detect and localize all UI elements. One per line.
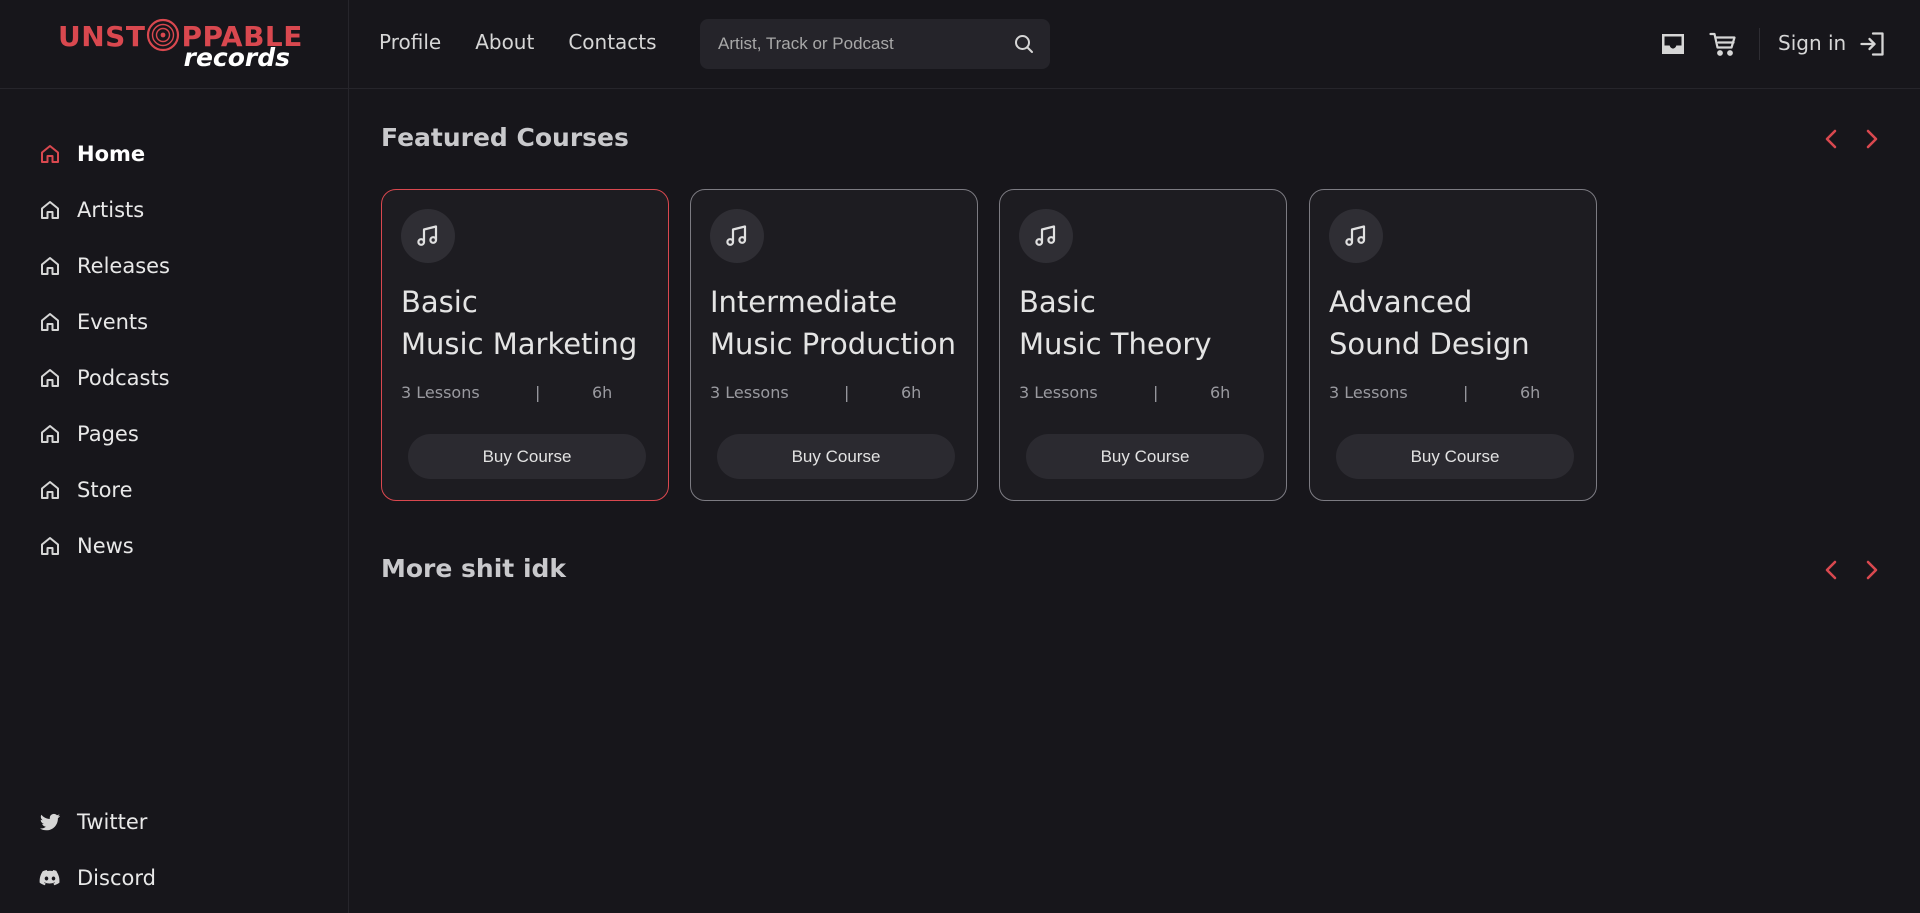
course-title-level: Basic	[401, 285, 478, 319]
course-card[interactable]: Intermediate Music Production 3 Lessons …	[690, 189, 978, 501]
nav-link-profile[interactable]: Profile	[379, 30, 441, 54]
meta-divider: |	[535, 383, 541, 402]
sidebar: UNST PPABLE records Home Artists Releases…	[0, 0, 349, 913]
sidebar-item-podcasts[interactable]: Podcasts	[38, 350, 170, 406]
twitter-icon	[38, 810, 62, 834]
course-duration: 6h	[592, 383, 613, 402]
home-icon	[38, 478, 62, 502]
home-icon	[38, 534, 62, 558]
buy-course-button[interactable]: Buy Course	[408, 434, 646, 479]
sidebar-nav: Home Artists Releases Events Podcasts Pa…	[38, 126, 170, 574]
sidebar-item-store[interactable]: Store	[38, 462, 170, 518]
sidebar-item-label: Home	[77, 142, 146, 166]
featured-next-arrow[interactable]	[1858, 126, 1884, 152]
sidebar-item-label: Events	[77, 310, 149, 334]
home-icon	[38, 366, 62, 390]
home-icon	[38, 310, 62, 334]
sidebar-divider	[0, 88, 349, 89]
home-icon	[38, 142, 62, 166]
nav-link-contacts[interactable]: Contacts	[568, 30, 656, 54]
course-lessons: 3 Lessons	[1019, 383, 1098, 402]
sign-in-icon[interactable]	[1858, 29, 1888, 59]
course-title-level: Advanced	[1329, 285, 1473, 319]
sidebar-item-releases[interactable]: Releases	[38, 238, 170, 294]
music-note-icon	[401, 209, 455, 263]
sidebar-item-news[interactable]: News	[38, 518, 170, 574]
course-meta: 3 Lessons | 6h	[401, 383, 621, 403]
featured-prev-arrow[interactable]	[1819, 126, 1845, 152]
sign-in-link[interactable]: Sign in	[1778, 31, 1846, 55]
course-lessons: 3 Lessons	[1329, 383, 1408, 402]
sidebar-item-twitter[interactable]: Twitter	[38, 794, 156, 850]
header-separator	[1759, 28, 1760, 60]
course-meta: 3 Lessons | 6h	[1019, 383, 1239, 403]
search-box	[700, 19, 1050, 69]
music-note-icon	[1329, 209, 1383, 263]
course-lessons: 3 Lessons	[710, 383, 789, 402]
buy-course-button[interactable]: Buy Course	[1026, 434, 1264, 479]
more-next-arrow[interactable]	[1858, 557, 1884, 583]
top-header: Profile About Contacts Sign in	[349, 0, 1920, 89]
sidebar-item-label: Artists	[77, 198, 145, 222]
cart-icon[interactable]	[1708, 29, 1738, 59]
search-icon[interactable]	[1012, 32, 1036, 56]
course-duration: 6h	[1520, 383, 1541, 402]
course-card[interactable]: Basic Music Marketing 3 Lessons | 6h Buy…	[381, 189, 669, 501]
sidebar-item-label: Releases	[77, 254, 170, 278]
course-title-name: Music Marketing	[401, 327, 638, 361]
home-icon	[38, 254, 62, 278]
course-title-level: Intermediate	[710, 285, 898, 319]
discord-icon	[38, 866, 62, 890]
sidebar-item-label: Discord	[77, 866, 156, 890]
course-meta: 3 Lessons | 6h	[710, 383, 930, 403]
section-title-more: More shit idk	[381, 554, 567, 583]
brand-logo[interactable]: UNST PPABLE records	[58, 16, 302, 74]
vinyl-record-icon	[146, 18, 180, 52]
search-input[interactable]	[700, 19, 1000, 69]
course-lessons: 3 Lessons	[401, 383, 480, 402]
brand-subtitle: records	[183, 43, 290, 72]
course-duration: 6h	[1210, 383, 1231, 402]
sidebar-item-label: Store	[77, 478, 133, 502]
music-note-icon	[710, 209, 764, 263]
home-icon	[38, 422, 62, 446]
course-duration: 6h	[901, 383, 922, 402]
meta-divider: |	[1463, 383, 1469, 402]
sidebar-item-discord[interactable]: Discord	[38, 850, 156, 906]
course-title-name: Music Production	[710, 327, 957, 361]
course-title-name: Music Theory	[1019, 327, 1212, 361]
social-links: Twitter Discord	[38, 794, 156, 906]
sidebar-item-label: News	[77, 534, 134, 558]
buy-course-button[interactable]: Buy Course	[1336, 434, 1574, 479]
course-card[interactable]: Advanced Sound Design 3 Lessons | 6h Buy…	[1309, 189, 1597, 501]
course-card[interactable]: Basic Music Theory 3 Lessons | 6h Buy Co…	[999, 189, 1287, 501]
music-note-icon	[1019, 209, 1073, 263]
sidebar-item-label: Podcasts	[77, 366, 170, 390]
sidebar-item-artists[interactable]: Artists	[38, 182, 170, 238]
course-title-level: Basic	[1019, 285, 1096, 319]
course-title-name: Sound Design	[1329, 327, 1530, 361]
section-title-featured: Featured Courses	[381, 123, 629, 152]
sidebar-item-label: Pages	[77, 422, 139, 446]
home-icon	[38, 198, 62, 222]
buy-course-button[interactable]: Buy Course	[717, 434, 955, 479]
more-prev-arrow[interactable]	[1819, 557, 1845, 583]
nav-link-about[interactable]: About	[475, 30, 534, 54]
sidebar-item-label: Twitter	[77, 810, 148, 834]
meta-divider: |	[844, 383, 850, 402]
course-meta: 3 Lessons | 6h	[1329, 383, 1549, 403]
top-nav: Profile About Contacts	[379, 30, 657, 54]
sidebar-item-events[interactable]: Events	[38, 294, 170, 350]
sidebar-item-home[interactable]: Home	[38, 126, 170, 182]
sidebar-item-pages[interactable]: Pages	[38, 406, 170, 462]
inbox-icon[interactable]	[1658, 29, 1688, 59]
meta-divider: |	[1153, 383, 1159, 402]
